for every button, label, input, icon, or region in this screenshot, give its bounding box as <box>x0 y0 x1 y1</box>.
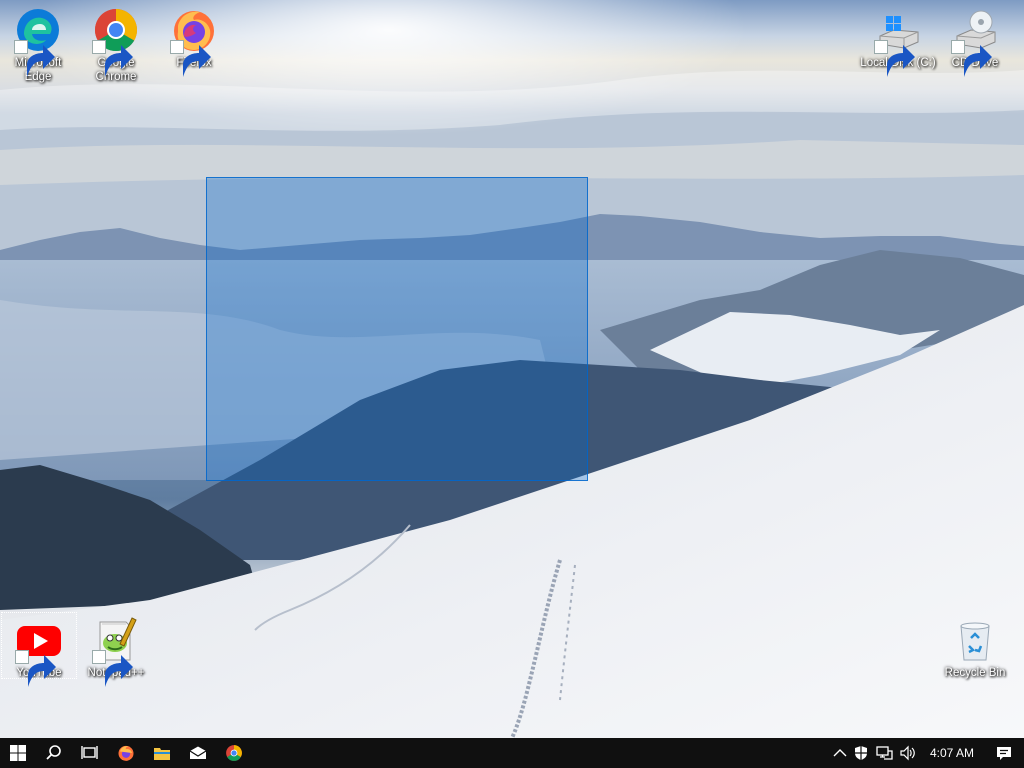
file-explorer-icon <box>154 748 170 760</box>
desktop-icon-local-disk[interactable]: Local Disk (C:) <box>859 2 937 77</box>
firefox-icon <box>118 745 134 761</box>
task-view-icon <box>81 746 98 759</box>
taskbar-firefox[interactable] <box>108 738 144 768</box>
volume-icon <box>900 745 915 761</box>
selection-rectangle <box>206 177 588 481</box>
desktop-icon-label: Recycle Bin <box>944 667 1006 679</box>
desktop-icon-firefox[interactable]: Firefox <box>156 2 232 77</box>
taskbar-file-explorer[interactable] <box>144 738 180 768</box>
start-icon <box>10 745 26 761</box>
shortcut-arrow-icon <box>170 40 211 77</box>
shortcut-arrow-icon <box>92 40 133 77</box>
network-button[interactable] <box>872 738 896 768</box>
security-icon <box>854 746 867 760</box>
volume-button[interactable] <box>896 738 920 768</box>
desktop[interactable]: Microsoft Edge Google Chrome Firefox Loc… <box>0 0 1024 768</box>
shortcut-arrow-icon <box>92 650 133 687</box>
desktop-icon-youtube[interactable]: YouTube <box>1 612 77 687</box>
desktop-icon-cd-drive[interactable]: CD Drive <box>937 2 1013 77</box>
system-tray: 4:07 AM <box>830 738 1024 768</box>
shortcut-arrow-icon <box>14 40 55 77</box>
notification-icon <box>997 746 1011 760</box>
shortcut-arrow-icon <box>874 40 915 77</box>
taskbar-clock[interactable]: 4:07 AM <box>920 746 984 760</box>
taskbar-mail[interactable] <box>180 738 216 768</box>
desktop-icon-microsoft-edge[interactable]: Microsoft Edge <box>0 2 76 84</box>
mail-icon <box>189 746 207 759</box>
search-button[interactable] <box>36 738 72 768</box>
shortcut-arrow-icon <box>15 650 56 687</box>
chrome-icon <box>226 745 242 761</box>
action-center-button[interactable] <box>984 738 1024 768</box>
network-icon <box>876 746 893 760</box>
shortcut-arrow-icon <box>951 40 992 77</box>
taskbar-chrome[interactable] <box>216 738 252 768</box>
desktop-icon-recycle-bin[interactable]: Recycle Bin <box>937 612 1013 680</box>
task-view-button[interactable] <box>72 738 108 768</box>
desktop-icon-notepad-plus-plus[interactable]: Notepad++ <box>78 612 154 687</box>
windows-security-button[interactable] <box>850 738 872 768</box>
start-button[interactable] <box>0 738 36 768</box>
chevron-up-icon <box>833 749 847 757</box>
show-hidden-icons-button[interactable] <box>830 738 850 768</box>
search-icon <box>46 745 61 760</box>
desktop-icon-google-chrome[interactable]: Google Chrome <box>78 2 154 84</box>
recycle-bin-icon <box>960 622 990 661</box>
taskbar: 4:07 AM <box>0 738 1024 768</box>
